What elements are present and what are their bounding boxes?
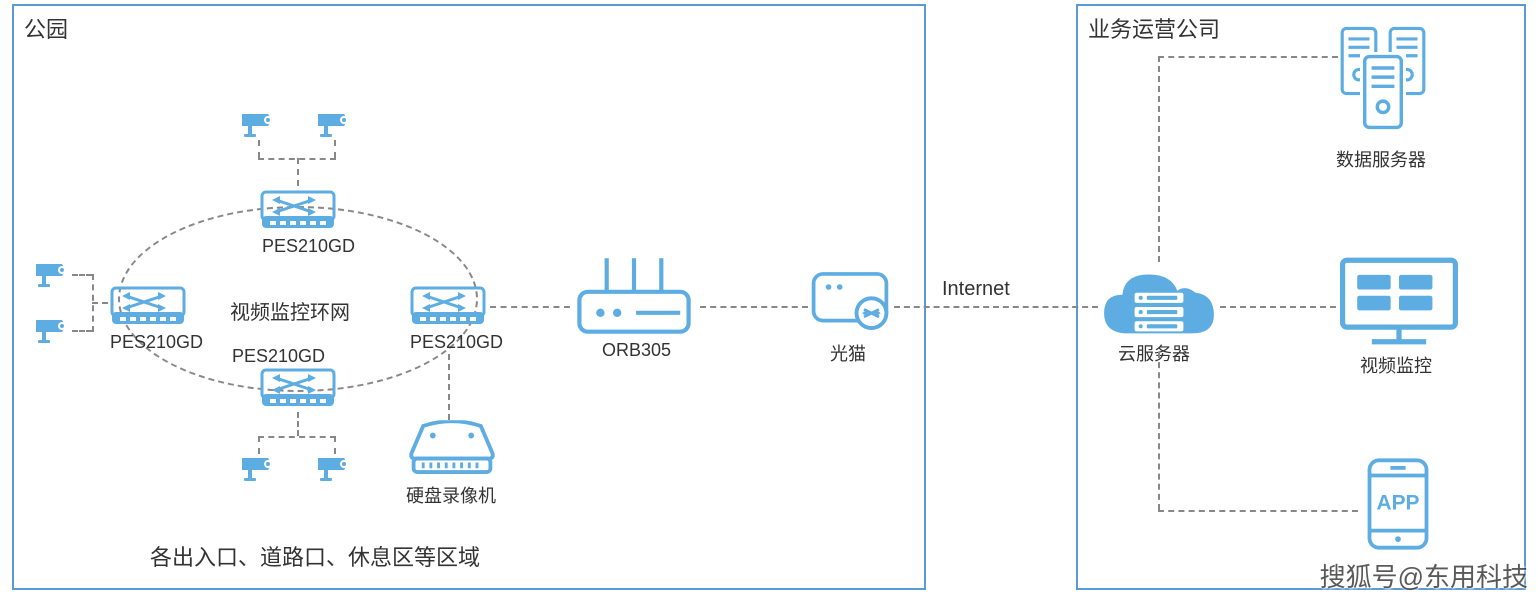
operator-title: 业务运营公司 bbox=[1088, 12, 1220, 44]
camera-icon bbox=[314, 452, 354, 482]
internet-label: Internet bbox=[942, 278, 1010, 301]
ring-label: 视频监控环网 bbox=[230, 296, 350, 325]
camera-icon bbox=[32, 314, 72, 344]
switch-icon bbox=[258, 364, 338, 412]
app-icon bbox=[1360, 456, 1436, 552]
monitor-icon bbox=[1336, 254, 1462, 348]
router-label: ORB305 bbox=[602, 340, 671, 361]
switch-icon bbox=[258, 186, 338, 234]
switch-icon bbox=[108, 282, 188, 330]
watermark: 搜狐号@东用科技 bbox=[1320, 557, 1528, 594]
park-footer: 各出入口、道路口、休息区等区域 bbox=[150, 540, 480, 572]
modem-icon bbox=[808, 268, 892, 334]
switch-bottom-label: PES210GD bbox=[232, 346, 325, 367]
router-icon bbox=[570, 254, 698, 338]
switch-right-label: PES210GD bbox=[410, 332, 503, 353]
switch-left-label: PES210GD bbox=[110, 332, 203, 353]
camera-icon bbox=[238, 452, 278, 482]
camera-icon bbox=[32, 258, 72, 288]
video-monitor-label: 视频监控 bbox=[1360, 352, 1432, 378]
data-server-label: 数据服务器 bbox=[1336, 146, 1426, 172]
nvr-icon bbox=[404, 420, 500, 478]
modem-label: 光猫 bbox=[830, 340, 866, 366]
nvr-label: 硬盘录像机 bbox=[406, 482, 496, 508]
switch-top-label: PES210GD bbox=[262, 236, 355, 257]
switch-icon bbox=[408, 282, 488, 330]
cloud-label: 云服务器 bbox=[1118, 340, 1190, 366]
camera-icon bbox=[314, 108, 354, 138]
camera-icon bbox=[238, 108, 278, 138]
server-icon bbox=[1360, 52, 1406, 132]
park-title: 公园 bbox=[24, 12, 68, 44]
